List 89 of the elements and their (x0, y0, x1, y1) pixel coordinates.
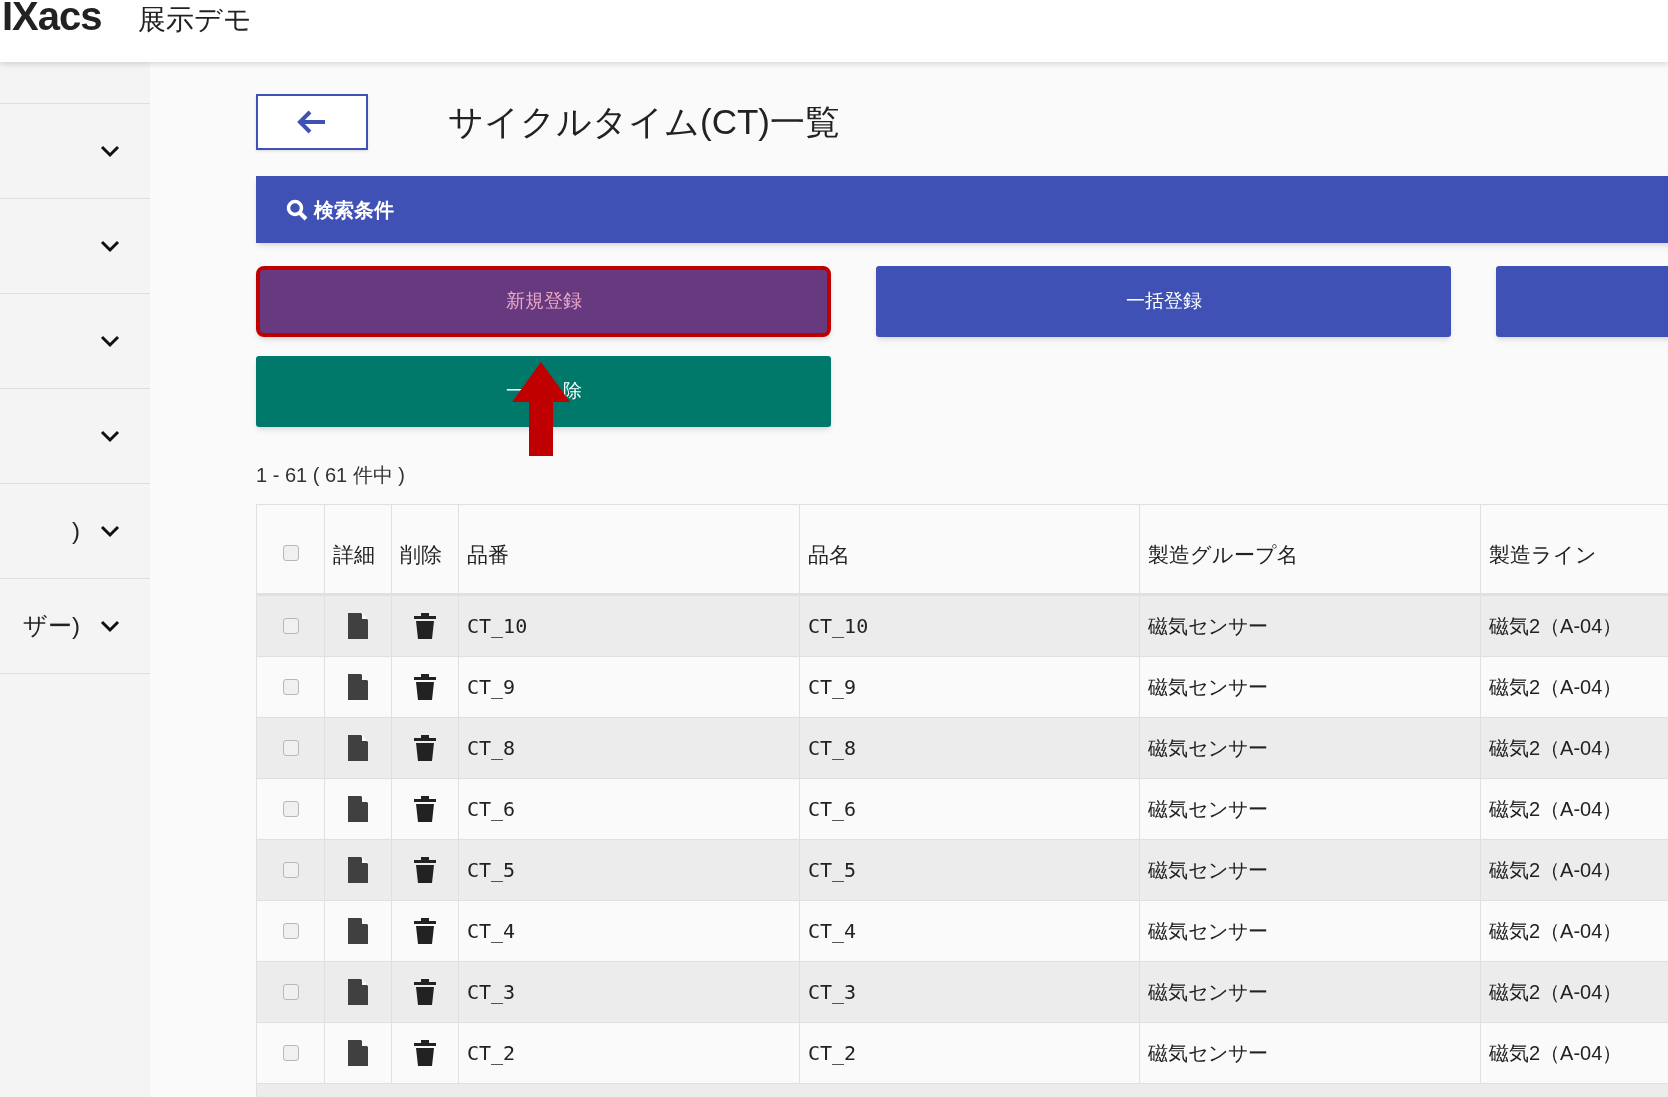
checkbox[interactable] (282, 984, 299, 1000)
sidebar-item[interactable]: ) (0, 484, 150, 579)
table-cell-text: CT_8 (808, 735, 857, 762)
chevron-icon (100, 429, 120, 443)
table-cell-text: CT_4 (467, 918, 516, 945)
sidebar-item[interactable]: ザー) (0, 579, 150, 674)
table-row[interactable]: CT_3 CT_3 磁気センサー 磁気2（A-04） (257, 962, 1668, 1023)
logo: IXacs (2, 0, 102, 36)
column-header: 品名 (808, 542, 850, 569)
table-cell-text: 磁気センサー (1148, 736, 1268, 761)
table-cell-text: 磁気センサー (1148, 919, 1268, 944)
checkbox[interactable] (282, 545, 299, 561)
column-header: 削除 (400, 542, 442, 569)
trash-icon[interactable] (413, 978, 437, 1006)
table-cell-text: 磁気2（A-04） (1489, 736, 1623, 761)
table-row[interactable]: CT_2 CT_2 磁気センサー 磁気2（A-04） (257, 1023, 1668, 1084)
column-header: 品番 (467, 542, 509, 569)
action-button[interactable]: 一括登録 (876, 266, 1451, 337)
chevron-icon (100, 239, 120, 253)
trash-icon[interactable] (413, 917, 437, 945)
table-cell-text: CT_10 (808, 613, 869, 640)
document-icon[interactable] (347, 734, 369, 762)
table-cell-text: 磁気センサー (1148, 980, 1268, 1005)
page-title: サイクルタイム(CT)一覧 (448, 100, 840, 143)
document-icon[interactable] (347, 917, 369, 945)
table-cell-text: 磁気センサー (1148, 797, 1268, 822)
document-icon[interactable] (347, 856, 369, 884)
table-cell-text: CT_3 (808, 979, 857, 1006)
document-icon[interactable] (347, 612, 369, 640)
table-cell-text: CT_6 (467, 796, 516, 823)
table-row[interactable]: CT_9 CT_9 磁気センサー 磁気2（A-04） (257, 657, 1668, 718)
table-cell-text: 磁気センサー (1148, 858, 1268, 883)
column-header: 詳細 (333, 542, 375, 569)
table-cell-text: 磁気センサー (1148, 675, 1268, 700)
table-cell-text: CT_2 (808, 1040, 857, 1067)
table-cell-text: CT_9 (467, 674, 516, 701)
search-icon (286, 198, 308, 221)
trash-icon[interactable] (413, 612, 437, 640)
result-count: 1 - 61 ( 61 件中 ) (256, 463, 406, 488)
table-row[interactable]: CT_4 CT_4 磁気センサー 磁気2（A-04） (257, 901, 1668, 962)
table-cell-text: CT_2 (467, 1040, 516, 1067)
column-header: 製造グループ名 (1148, 542, 1298, 569)
document-icon[interactable] (347, 1039, 369, 1067)
checkbox[interactable] (282, 740, 299, 756)
checkbox[interactable] (282, 801, 299, 817)
table-cell-text: CT_3 (467, 979, 516, 1006)
table-cell-text: 磁気2（A-04） (1489, 858, 1623, 883)
chevron-icon (100, 524, 120, 538)
trash-icon[interactable] (413, 1039, 437, 1067)
trash-icon[interactable] (413, 795, 437, 823)
search-panel[interactable]: 検索条件 (256, 176, 1668, 243)
trash-icon[interactable] (413, 856, 437, 884)
table-cell-text: 磁気2（A-04） (1489, 797, 1623, 822)
trash-icon[interactable] (413, 734, 437, 762)
table-cell-text: CT_5 (808, 857, 857, 884)
table-cell-text: CT_9 (808, 674, 857, 701)
table-row[interactable]: CT_8 CT_8 磁気センサー 磁気2（A-04） (257, 718, 1668, 779)
table-cell-text: CT_4 (808, 918, 857, 945)
table-cell-text: CT_5 (467, 857, 516, 884)
table-row[interactable]: CT_6 CT_6 磁気センサー 磁気2（A-04） (257, 779, 1668, 840)
table-cell-text: 磁気2（A-04） (1489, 919, 1623, 944)
checkbox[interactable] (282, 1045, 299, 1061)
chevron-icon (100, 144, 120, 158)
table-row[interactable]: CT_5 CT_5 磁気センサー 磁気2（A-04） (257, 840, 1668, 901)
document-icon[interactable] (347, 978, 369, 1006)
table-cell-text: 磁気センサー (1148, 614, 1268, 639)
checkbox[interactable] (282, 618, 299, 634)
back-button[interactable] (256, 94, 368, 150)
table-cell-text: 磁気2（A-04） (1489, 614, 1623, 639)
table-cell-text: 磁気2（A-04） (1489, 980, 1623, 1005)
table-cell-text: CT_10 (467, 613, 528, 640)
document-icon[interactable] (347, 795, 369, 823)
chevron-icon (100, 334, 120, 348)
checkbox[interactable] (282, 862, 299, 878)
table-cell-text: 磁気2（A-04） (1489, 675, 1623, 700)
checkbox[interactable] (282, 679, 299, 695)
table-cell-text: 磁気センサー (1148, 1041, 1268, 1066)
table-cell-text: CT_8 (467, 735, 516, 762)
table-cell-text: 磁気2（A-04） (1489, 1041, 1623, 1066)
app-name: 展示デモ (137, 4, 252, 36)
document-icon[interactable] (347, 673, 369, 701)
column-header: 製造ライン (1489, 542, 1597, 569)
checkbox[interactable] (282, 923, 299, 939)
table-cell-text: CT_6 (808, 796, 857, 823)
action-button[interactable]: 新規登録 (256, 266, 831, 337)
trash-icon[interactable] (413, 673, 437, 701)
chevron-icon (100, 619, 120, 633)
table-row[interactable]: CT_10 CT_10 磁気センサー 磁気2（A-04） (257, 596, 1668, 657)
back-arrow-icon (297, 110, 327, 134)
